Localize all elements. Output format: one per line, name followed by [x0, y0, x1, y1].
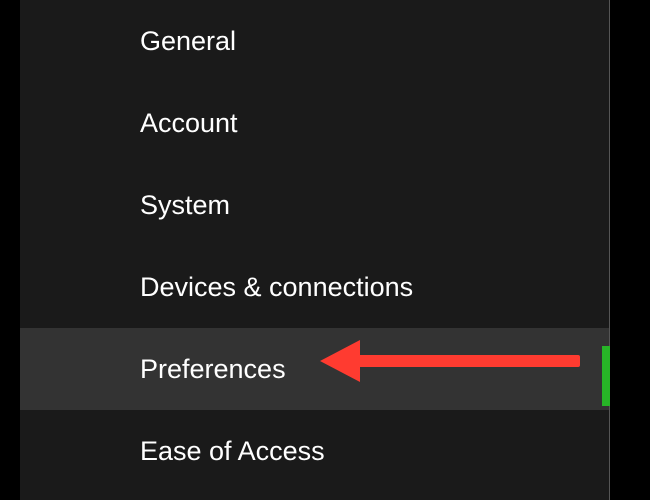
- settings-menu: General Account System Devices & connect…: [20, 0, 610, 500]
- menu-item-label: General: [140, 26, 236, 57]
- menu-item-label: System: [140, 190, 230, 221]
- menu-item-general[interactable]: General: [20, 0, 609, 82]
- menu-item-system[interactable]: System: [20, 164, 609, 246]
- menu-item-devices[interactable]: Devices & connections: [20, 246, 609, 328]
- menu-item-ease-of-access[interactable]: Ease of Access: [20, 410, 609, 492]
- menu-item-preferences[interactable]: Preferences: [20, 328, 609, 410]
- menu-item-label: Devices & connections: [140, 272, 413, 303]
- menu-item-account[interactable]: Account: [20, 82, 609, 164]
- selection-indicator: [602, 346, 610, 406]
- menu-item-label: Preferences: [140, 354, 286, 385]
- menu-item-label: Account: [140, 108, 238, 139]
- menu-item-label: Ease of Access: [140, 436, 325, 467]
